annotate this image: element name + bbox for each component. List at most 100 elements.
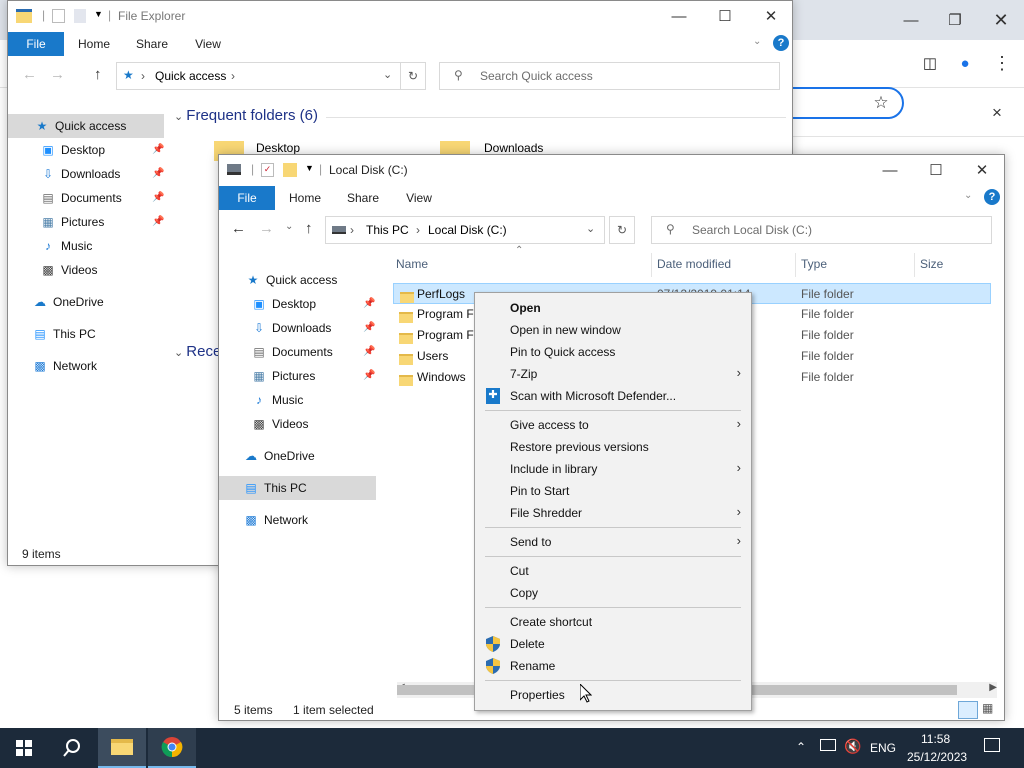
qat-new-folder-icon[interactable] xyxy=(283,163,297,177)
side-panel-icon[interactable]: ◫ xyxy=(915,48,945,78)
refresh-icon[interactable]: ↻ xyxy=(609,216,635,244)
address-bar[interactable]: › This PC › Local Disk (C:) ⌄ xyxy=(325,216,605,244)
tab-file[interactable]: File xyxy=(8,32,64,56)
menu-item-rename[interactable]: Rename xyxy=(510,655,555,677)
chrome-menu-icon[interactable]: ⋮ xyxy=(987,48,1017,78)
tab-home[interactable]: Home xyxy=(70,32,118,56)
network-status-icon[interactable] xyxy=(820,739,836,751)
column-header-name[interactable]: Name xyxy=(396,257,428,271)
tab-share[interactable]: Share xyxy=(339,186,387,210)
ribbon-expand-icon[interactable]: ⌄ xyxy=(964,190,972,201)
refresh-icon[interactable]: ↻ xyxy=(400,62,426,90)
menu-item-properties[interactable]: Properties xyxy=(510,684,565,706)
breadcrumb-local-disk[interactable]: Local Disk (C:) xyxy=(428,223,507,237)
nav-item-videos[interactable]: ▩ Videos xyxy=(40,259,97,281)
menu-item-send-to[interactable]: Send to xyxy=(510,531,551,553)
search-input[interactable]: ⚲ Search Quick access xyxy=(439,62,780,90)
breadcrumb-quick-access[interactable]: Quick access xyxy=(155,69,226,83)
column-header-type[interactable]: Type xyxy=(801,257,827,271)
chrome-infobar-close-button[interactable]: × xyxy=(982,98,1012,128)
qat-dropdown-icon[interactable]: ▼ xyxy=(94,9,103,19)
back-arrow-icon[interactable]: ← xyxy=(231,220,246,237)
menu-item-include-in-library[interactable]: Include in library xyxy=(510,458,597,480)
nav-item-downloads[interactable]: ⇩ Downloads xyxy=(40,163,120,185)
help-icon[interactable]: ? xyxy=(984,189,1000,205)
language-indicator[interactable]: ENG xyxy=(870,741,896,755)
clock-date[interactable]: 25/12/2023 xyxy=(907,750,967,764)
menu-item-cut[interactable]: Cut xyxy=(510,560,529,582)
nav-item-onedrive[interactable]: ☁ OneDrive xyxy=(32,291,104,313)
menu-item-restore-previous-versions[interactable]: Restore previous versions xyxy=(510,436,649,458)
forward-arrow-icon[interactable]: → xyxy=(259,220,274,237)
menu-item-copy[interactable]: Copy xyxy=(510,582,538,604)
tab-file[interactable]: File xyxy=(219,186,275,210)
ribbon-expand-icon[interactable]: ⌄ xyxy=(753,36,761,47)
minimize-button[interactable]: — xyxy=(867,155,913,185)
qat-dropdown-icon[interactable]: ▼ xyxy=(305,163,314,173)
menu-item-create-shortcut[interactable]: Create shortcut xyxy=(510,611,592,633)
tab-share[interactable]: Share xyxy=(128,32,176,56)
address-dropdown-icon[interactable]: ⌄ xyxy=(383,68,392,81)
chrome-minimize-button[interactable]: — xyxy=(896,5,926,35)
nav-item-documents[interactable]: ▤ Documents xyxy=(40,187,121,209)
menu-item-file-shredder[interactable]: File Shredder xyxy=(510,502,582,524)
nav-item-pictures[interactable]: ▦ Pictures xyxy=(251,365,315,387)
recent-locations-icon[interactable]: ⌄ xyxy=(285,221,293,232)
maximize-button[interactable]: ☐ xyxy=(913,155,959,185)
qat-properties-icon[interactable] xyxy=(52,9,65,23)
bookmark-star-icon[interactable]: ☆ xyxy=(866,88,896,118)
maximize-button[interactable]: ☐ xyxy=(702,1,748,31)
tab-home[interactable]: Home xyxy=(281,186,329,210)
start-button[interactable] xyxy=(0,728,48,768)
nav-item-this-pc[interactable]: ▤ This PC xyxy=(32,323,95,345)
nav-item-quick-access[interactable]: ★ Quick access xyxy=(34,115,127,137)
taskbar-chrome[interactable] xyxy=(148,728,196,768)
breadcrumb-this-pc[interactable]: This PC xyxy=(366,223,409,237)
profile-icon[interactable]: ● xyxy=(950,48,980,78)
menu-item-open-in-new-window[interactable]: Open in new window xyxy=(510,319,621,341)
help-icon[interactable]: ? xyxy=(773,35,789,51)
frequent-folders-header[interactable]: ⌄ Frequent folders (6) xyxy=(174,107,318,124)
address-bar[interactable]: ★ › Quick access › ⌄ xyxy=(116,62,402,90)
tab-view[interactable]: View xyxy=(395,186,443,210)
frequent-item-desktop[interactable]: Desktop xyxy=(256,141,300,155)
back-arrow-icon[interactable]: ← xyxy=(22,66,37,83)
chrome-restore-button[interactable]: ❐ xyxy=(940,5,970,35)
scroll-right-icon[interactable]: ▶ xyxy=(989,682,997,693)
clock-time[interactable]: 11:58 xyxy=(921,732,950,746)
search-button[interactable] xyxy=(48,728,96,768)
nav-item-this-pc[interactable]: ▤ This PC xyxy=(243,477,306,499)
recent-files-header[interactable]: ⌄ Rece xyxy=(174,343,221,360)
nav-item-downloads[interactable]: ⇩ Downloads xyxy=(251,317,331,339)
menu-item-give-access-to[interactable]: Give access to xyxy=(510,414,589,436)
nav-item-videos[interactable]: ▩ Videos xyxy=(251,413,308,435)
menu-item-pin-to-start[interactable]: Pin to Start xyxy=(510,480,569,502)
column-divider[interactable] xyxy=(795,253,796,277)
address-dropdown-icon[interactable]: ⌄ xyxy=(586,222,595,235)
menu-item-scan-defender[interactable]: Scan with Microsoft Defender... xyxy=(510,385,676,407)
show-hidden-icons-icon[interactable]: ⌃ xyxy=(796,740,806,754)
up-arrow-icon[interactable]: ↑ xyxy=(94,66,102,83)
close-button[interactable]: ✕ xyxy=(959,155,1004,185)
nav-item-onedrive[interactable]: ☁ OneDrive xyxy=(243,445,315,467)
column-header-date-modified[interactable]: Date modified xyxy=(657,257,731,271)
nav-item-pictures[interactable]: ▦ Pictures xyxy=(40,211,104,233)
up-arrow-icon[interactable]: ↑ xyxy=(305,220,313,237)
search-input[interactable]: ⚲ Search Local Disk (C:) xyxy=(651,216,992,244)
taskbar-file-explorer[interactable] xyxy=(98,728,146,768)
nav-item-music[interactable]: ♪ Music xyxy=(40,235,92,257)
menu-item-delete[interactable]: Delete xyxy=(510,633,545,655)
large-icons-view-icon[interactable]: ▦ xyxy=(982,701,998,717)
qat-properties-icon[interactable]: ✓ xyxy=(261,163,274,177)
column-header-size[interactable]: Size xyxy=(920,257,943,271)
nav-item-desktop[interactable]: ▣ Desktop xyxy=(40,139,105,161)
frequent-item-downloads[interactable]: Downloads xyxy=(484,141,543,155)
qat-new-folder-icon[interactable] xyxy=(74,9,86,23)
nav-item-desktop[interactable]: ▣ Desktop xyxy=(251,293,316,315)
chrome-close-button[interactable]: ✕ xyxy=(986,5,1016,35)
notification-center-icon[interactable] xyxy=(984,738,1000,752)
forward-arrow-icon[interactable]: → xyxy=(50,66,65,83)
close-button[interactable]: ✕ xyxy=(748,1,792,31)
nav-item-documents[interactable]: ▤ Documents xyxy=(251,341,332,363)
menu-item-pin-to-quick-access[interactable]: Pin to Quick access xyxy=(510,341,615,363)
